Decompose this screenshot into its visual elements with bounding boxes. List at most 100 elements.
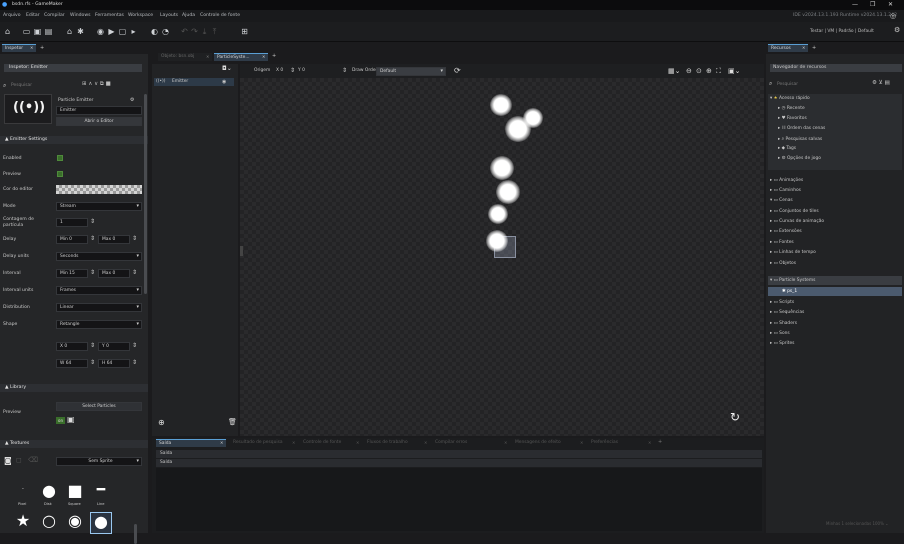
delay-min-stepper-icon[interactable]: ⇕ [90, 235, 95, 242]
restart-preview-icon[interactable]: ↻ [730, 410, 740, 424]
fit-view-icon[interactable]: ⛶ [716, 67, 721, 76]
background-color-icon[interactable]: ▣⌄ [728, 67, 740, 75]
step-over-icon[interactable]: ↷ [190, 27, 199, 36]
shape-dropdown[interactable]: Retangle [56, 320, 142, 329]
interval-min-field[interactable]: Min 15 [56, 269, 88, 278]
resources-tools-icons[interactable]: ⚙ ⊻ ▤ [872, 80, 890, 86]
delay-max-stepper-icon[interactable]: ⇕ [132, 235, 137, 242]
run-debug-icon[interactable]: ◉ [96, 27, 105, 36]
quick-item-tags[interactable]: ▸ ◆ Tags [778, 146, 796, 151]
particle-count-field[interactable]: 1 [56, 218, 88, 227]
menu-controle-de-fonte[interactable]: Controle de fonte [200, 13, 240, 18]
play-icon[interactable]: ▸ [129, 27, 138, 36]
zoom-in-icon[interactable]: ⊕ [706, 67, 712, 75]
tab-compile-errors[interactable]: Compilar erros [432, 439, 470, 447]
resources-add-tab-icon[interactable]: + [812, 44, 816, 52]
tab-search-results[interactable]: Resultado de pesquisa [230, 439, 286, 447]
compile-errors-close-icon[interactable]: ✕ [504, 440, 507, 445]
new-project-icon[interactable]: ▭ [22, 27, 31, 36]
object-tab-close-icon[interactable]: ✕ [206, 54, 209, 59]
step-into-icon[interactable]: ⤓ [200, 27, 209, 36]
step-icon[interactable]: ↶ [180, 27, 189, 36]
grid-toggle-icon[interactable]: ▦⌄ [668, 67, 680, 75]
disk-shape-icon[interactable]: ● [38, 482, 60, 504]
folder-animcurves[interactable]: ▸ ▭ Curvas de animação [770, 219, 824, 224]
search-input[interactable]: Pesquisar [11, 83, 32, 88]
h-field[interactable]: H 64 [98, 359, 130, 368]
menu-arquivo[interactable]: Arquivo [3, 13, 21, 18]
search-results-close-icon[interactable]: ✕ [292, 440, 295, 445]
folder-rooms[interactable]: ▾ ▭ Cenas [770, 198, 793, 203]
run-icon[interactable]: ▶ [107, 27, 116, 36]
circle-shape-icon[interactable]: ○ [38, 512, 60, 534]
folder-scripts[interactable]: ▸ ▭ Scripts [770, 300, 794, 305]
inspector-close-icon[interactable]: ✕ [30, 44, 33, 52]
home-icon[interactable]: ⌂ [3, 27, 12, 36]
folder-extensions[interactable]: ▸ ▭ Extensões [770, 229, 802, 234]
pause-icon[interactable]: ◐ [150, 27, 159, 36]
account-icon[interactable]: ◎ [890, 12, 896, 20]
target-selector[interactable]: Testar | VM | Padrão | Default [810, 29, 874, 34]
texture-clear-icon[interactable]: ⌫ [28, 456, 38, 464]
glow-shape-icon[interactable]: ● [90, 512, 112, 534]
game-options-icon[interactable]: ⊞ [240, 27, 249, 36]
draw-order-dropdown[interactable]: Default [376, 67, 446, 76]
star-shape-icon[interactable]: ★ [12, 512, 34, 534]
textures-header[interactable]: ▲ Textures [0, 440, 148, 448]
x-stepper-icon[interactable]: ⇕ [90, 342, 95, 349]
ring-shape-icon[interactable]: ◉ [64, 512, 86, 534]
y-field[interactable]: Y 0 [98, 342, 130, 351]
h-stepper-icon[interactable]: ⇕ [132, 359, 137, 366]
zoom-out-icon[interactable]: ⊖ [686, 67, 692, 75]
origin-x-field[interactable]: X 0 [276, 68, 283, 73]
particle-tab-close-icon[interactable]: ✕ [262, 54, 265, 59]
quick-item-game-options[interactable]: ▸ ⚙ Opções de jogo [778, 156, 821, 161]
maximize-button[interactable]: ❐ [870, 1, 875, 8]
emitter-list-item[interactable]: ((•)) Emitter ◉ [154, 78, 234, 86]
workflows-close-icon[interactable]: ✕ [424, 440, 427, 445]
particle-preview-canvas[interactable]: ↻ [240, 78, 764, 436]
tab-output[interactable]: Saída [156, 439, 226, 447]
interval-min-stepper-icon[interactable]: ⇕ [90, 269, 95, 276]
add-emitter-bottom-icon[interactable]: ⊕ [158, 418, 165, 427]
emitter-name-field[interactable]: Emitter [56, 106, 142, 115]
select-particles-button[interactable]: Select Particles [56, 402, 142, 411]
folder-tilesets[interactable]: ▸ ▭ Conjuntos de tiles [770, 209, 819, 214]
source-control-close-icon[interactable]: ✕ [356, 440, 359, 445]
output-log-area[interactable] [156, 468, 762, 531]
w-field[interactable]: W 64 [56, 359, 88, 368]
preferences-close-icon[interactable]: ✕ [648, 440, 651, 445]
interval-units-dropdown[interactable]: Frames [56, 286, 142, 295]
w-stepper-icon[interactable]: ⇕ [90, 359, 95, 366]
open-editor-button[interactable]: Abrir o Editor [56, 117, 142, 126]
tab-source-control[interactable]: Controle de fonte [300, 439, 344, 447]
preview-checkbox[interactable] [57, 171, 63, 177]
interval-max-stepper-icon[interactable]: ⇕ [132, 269, 137, 276]
output-tab-close-icon[interactable]: ✕ [220, 440, 223, 445]
editor-color-swatch[interactable] [56, 185, 142, 194]
step-out-icon[interactable]: ⤒ [210, 27, 219, 36]
settings-icon[interactable]: ⚙ [894, 26, 900, 34]
folder-timelines[interactable]: ▸ ▭ Linhas de tempo [770, 250, 816, 255]
inspector-add-tab-icon[interactable]: + [40, 44, 44, 52]
tab-workflows[interactable]: Fluxos de trabalho [364, 439, 411, 447]
delay-min-field[interactable]: Min 0 [56, 235, 88, 244]
add-editor-tab-icon[interactable]: + [272, 53, 276, 59]
add-emitter-icon[interactable]: ◘⌄ [222, 65, 232, 72]
tab-particle-system[interactable]: ParticleSyste... [214, 53, 268, 61]
tab-effect-messages[interactable]: Mensagens de efeito [512, 439, 564, 447]
delete-emitter-icon[interactable]: 🗑 [228, 418, 237, 426]
quick-access-header[interactable]: ▾ ★ Acesso rápido [770, 96, 810, 101]
interval-max-field[interactable]: Max 0 [98, 269, 130, 278]
quick-item-saved-searches[interactable]: ▸ ⌕ Pesquisas salvas [778, 136, 822, 142]
texture-picker-icon[interactable]: ◙ [4, 456, 12, 465]
enabled-checkbox[interactable] [57, 155, 63, 161]
folder-sprites[interactable]: ▸ ▭ Sprites [770, 341, 794, 346]
inspector-filter-icons[interactable]: ⊞ ∧ ∨ ⧉ ■ [82, 81, 111, 88]
library-header[interactable]: ▲ Library [0, 384, 148, 392]
origin-x-stepper-icon[interactable]: ⇕ [290, 67, 295, 74]
inspector-scrollbar[interactable] [144, 94, 147, 294]
resources-search-input[interactable]: Pesquisar [777, 82, 798, 87]
effect-messages-close-icon[interactable]: ✕ [580, 440, 583, 445]
delay-max-field[interactable]: Max 0 [98, 235, 130, 244]
